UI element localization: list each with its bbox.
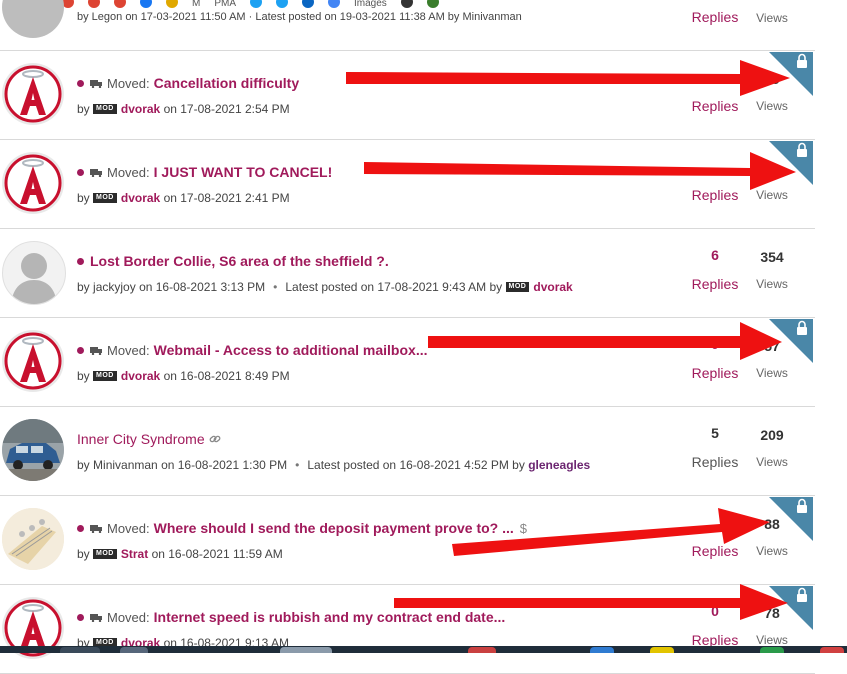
- taskbar-item[interactable]: [468, 647, 496, 653]
- taskbar-item[interactable]: [60, 647, 100, 653]
- red-arrow-icon: [452, 508, 770, 556]
- taskbar: [0, 646, 847, 653]
- taskbar-item[interactable]: [820, 647, 844, 653]
- red-arrow-icon: [346, 60, 790, 96]
- annotation-arrows: [346, 60, 796, 620]
- red-arrow-icon: [394, 584, 788, 620]
- taskbar-item[interactable]: [760, 647, 784, 653]
- red-arrow-icon: [364, 152, 796, 190]
- taskbar-item[interactable]: [280, 647, 332, 653]
- taskbar-item[interactable]: [650, 647, 674, 653]
- red-arrow-icon: [428, 322, 782, 360]
- taskbar-item[interactable]: [590, 647, 614, 653]
- taskbar-item[interactable]: [120, 647, 148, 653]
